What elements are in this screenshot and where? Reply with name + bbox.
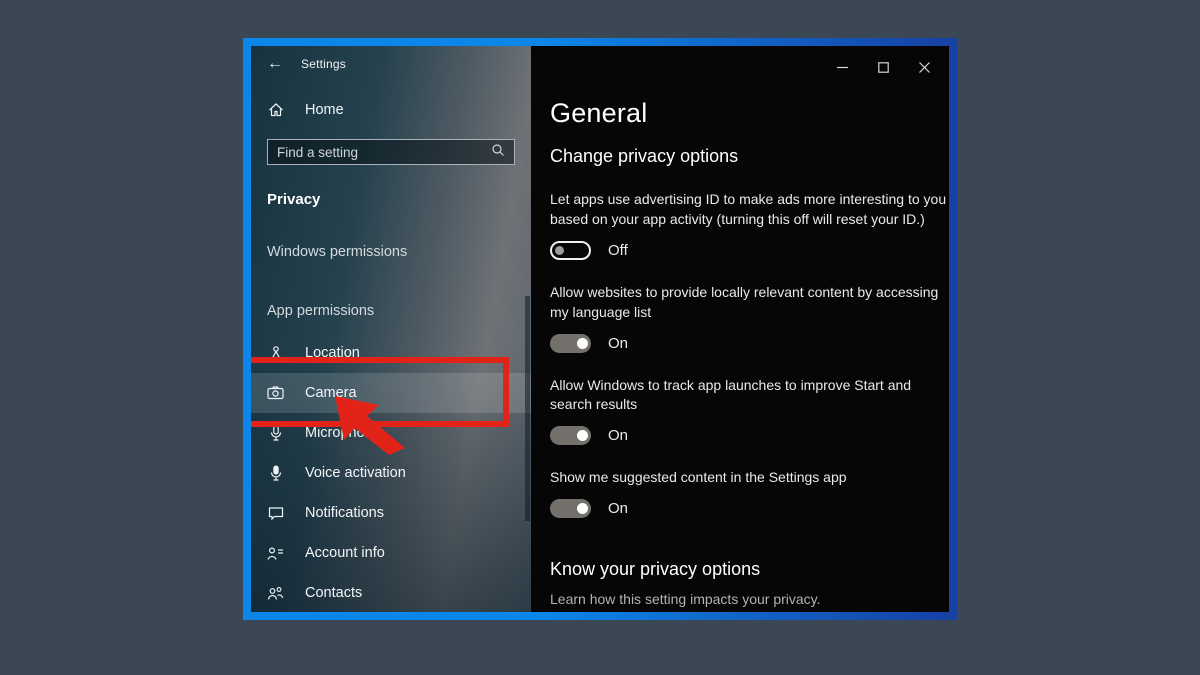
know-privacy-subtitle: Learn how this setting impacts your priv… xyxy=(550,591,949,607)
location-icon xyxy=(267,345,284,362)
maximize-button[interactable] xyxy=(863,54,904,80)
sidebar-item-label: Contacts xyxy=(305,585,362,601)
toggle-advertising-id[interactable] xyxy=(550,241,591,260)
toggle-knob xyxy=(577,503,588,514)
voice-activation-icon xyxy=(267,465,284,482)
home-icon xyxy=(267,102,284,119)
sidebar: ← Settings Home Find a setting Privacy xyxy=(251,46,531,612)
sidebar-item-label: Location xyxy=(305,345,360,361)
toggle-state-label: On xyxy=(608,335,628,352)
sidebar-item-location[interactable]: Location xyxy=(251,333,531,373)
notifications-icon xyxy=(267,505,284,522)
setting-row: On xyxy=(550,334,949,353)
minimize-button[interactable] xyxy=(822,54,863,80)
sidebar-item-home[interactable]: Home xyxy=(251,90,531,130)
setting-description-advertising-id: Let apps use advertising ID to make ads … xyxy=(550,190,947,230)
sidebar-item-label: Notifications xyxy=(305,505,384,521)
sidebar-item-label: Camera xyxy=(305,385,357,401)
settings-window: ← Settings Home Find a setting Privacy xyxy=(243,38,957,620)
setting-description-suggested-content: Show me suggested content in the Setting… xyxy=(550,468,947,488)
page-title: General xyxy=(550,98,949,129)
titlebar-left: ← Settings xyxy=(251,46,531,82)
toggle-knob xyxy=(577,338,588,349)
microphone-icon xyxy=(267,425,284,442)
search-input[interactable]: Find a setting xyxy=(267,139,515,165)
sidebar-group-app-permissions: App permissions xyxy=(267,303,531,319)
setting-row: On xyxy=(550,426,949,445)
toggle-knob xyxy=(577,430,588,441)
sidebar-item-label: Home xyxy=(305,102,344,118)
contacts-icon xyxy=(267,585,284,602)
search-placeholder: Find a setting xyxy=(277,145,358,160)
sidebar-item-label: Account info xyxy=(305,545,385,561)
sidebar-item-microphone[interactable]: Microphone xyxy=(251,413,531,453)
sidebar-group-windows-permissions[interactable]: Windows permissions xyxy=(267,244,531,260)
settings-window-content: ← Settings Home Find a setting Privacy xyxy=(251,46,949,612)
sidebar-scrollbar[interactable] xyxy=(525,296,530,521)
sidebar-item-contacts[interactable]: Contacts xyxy=(251,573,531,612)
toggle-language-list[interactable] xyxy=(550,334,591,353)
app-title: Settings xyxy=(301,57,346,71)
search-icon[interactable] xyxy=(491,143,505,162)
sidebar-item-voice-activation[interactable]: Voice activation xyxy=(251,453,531,493)
account-info-icon xyxy=(267,545,284,562)
setting-row: On xyxy=(550,499,949,518)
section-title: Change privacy options xyxy=(550,146,949,167)
sidebar-item-camera[interactable]: Camera xyxy=(251,373,531,413)
close-button[interactable] xyxy=(904,54,945,80)
toggle-suggested-content[interactable] xyxy=(550,499,591,518)
toggle-state-label: On xyxy=(608,500,628,517)
know-privacy-title: Know your privacy options xyxy=(550,559,949,580)
setting-description-app-launches: Allow Windows to track app launches to i… xyxy=(550,376,947,416)
camera-icon xyxy=(267,385,284,402)
sidebar-item-notifications[interactable]: Notifications xyxy=(251,493,531,533)
sidebar-item-label: Microphone xyxy=(305,425,381,441)
main-content: General Change privacy options Let apps … xyxy=(531,46,949,612)
sidebar-section-title: Privacy xyxy=(267,191,531,208)
toggle-state-label: On xyxy=(608,427,628,444)
back-button[interactable]: ← xyxy=(267,55,301,73)
desktop-background: ← Settings Home Find a setting Privacy xyxy=(0,0,1200,675)
toggle-knob xyxy=(555,246,564,255)
setting-row: Off xyxy=(550,241,949,260)
sidebar-item-account-info[interactable]: Account info xyxy=(251,533,531,573)
setting-description-language-list: Allow websites to provide locally releva… xyxy=(550,283,947,323)
window-controls xyxy=(822,54,945,80)
toggle-state-label: Off xyxy=(608,242,628,259)
sidebar-item-label: Voice activation xyxy=(305,465,406,481)
toggle-app-launches[interactable] xyxy=(550,426,591,445)
